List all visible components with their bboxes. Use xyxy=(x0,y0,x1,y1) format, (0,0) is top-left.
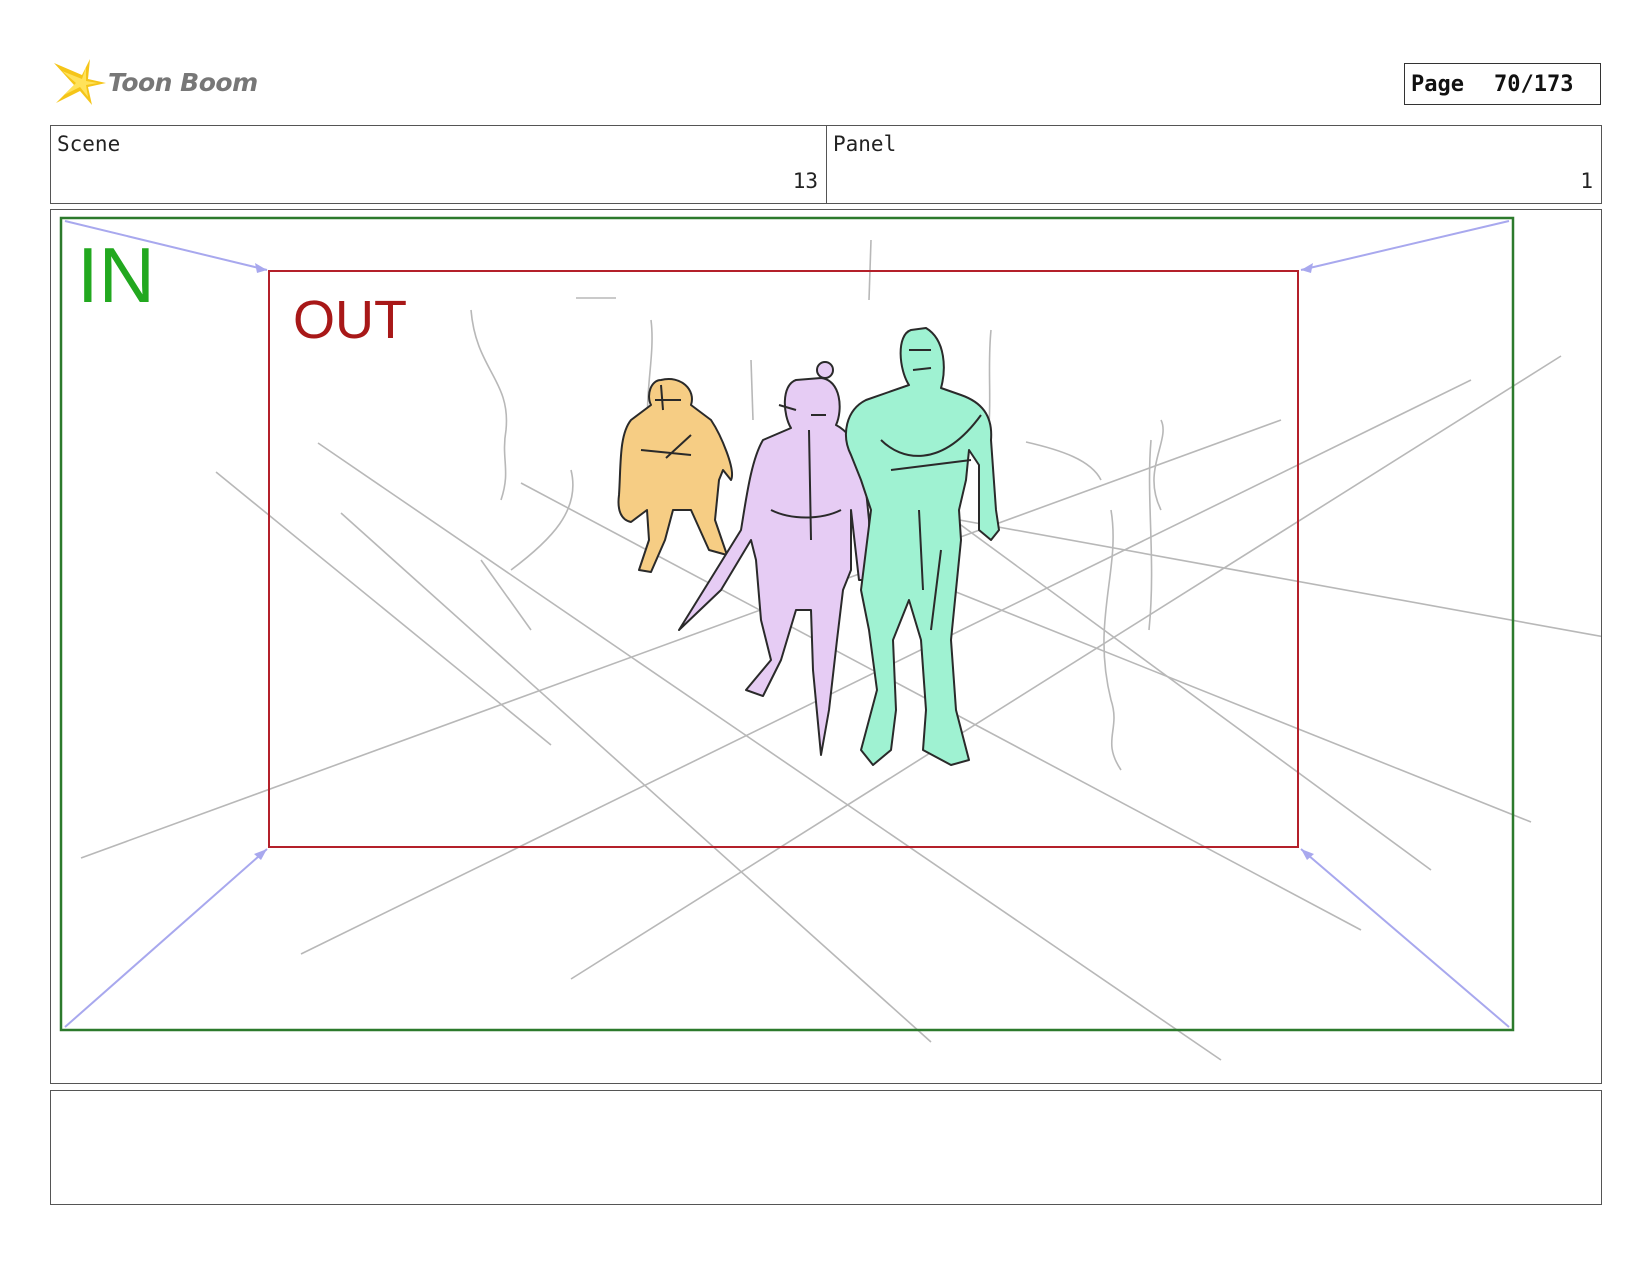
in-label: IN xyxy=(77,231,155,319)
panel-notes-box xyxy=(50,1090,1602,1205)
panel-cell: Panel 1 xyxy=(827,126,1601,203)
starburst-logo-icon xyxy=(54,59,106,105)
green-character-sketch xyxy=(845,327,1000,766)
panel-label: Panel xyxy=(833,132,897,156)
perspective-guides xyxy=(80,239,1601,1061)
storyboard-panel-frame: IN OUT xyxy=(50,209,1602,1084)
scene-number: 13 xyxy=(792,169,818,193)
panel-number: 1 xyxy=(1580,169,1593,193)
logo-text: Toon Boom xyxy=(108,68,258,97)
page-label: Page xyxy=(1411,71,1464,97)
panel-drawing xyxy=(59,216,1601,1061)
scene-cell: Scene 13 xyxy=(51,126,827,203)
toon-boom-logo: Toon Boom xyxy=(52,55,262,115)
scene-panel-header: Scene 13 Panel 1 xyxy=(50,125,1602,204)
out-label: OUT xyxy=(293,290,407,350)
page-indicator: Page 70/173 xyxy=(1404,63,1601,105)
page-number: 70/173 xyxy=(1493,71,1574,97)
scene-label: Scene xyxy=(57,132,121,156)
